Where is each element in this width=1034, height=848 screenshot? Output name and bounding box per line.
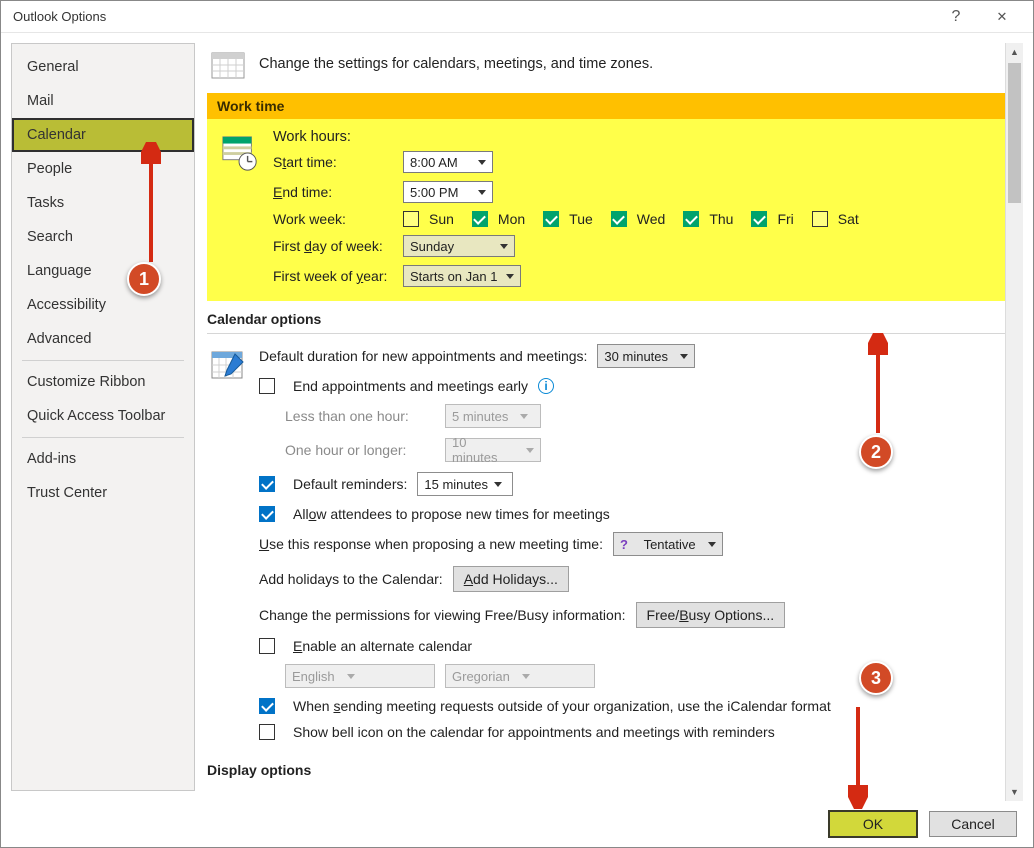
sidebar-item-tasks[interactable]: Tasks [12,186,194,220]
default-reminders-dropdown[interactable]: 15 minutes [417,472,513,496]
day-tue[interactable]: Tue [543,211,593,227]
day-sun[interactable]: Sun [403,211,454,227]
chevron-down-icon [347,674,355,679]
use-response-dropdown[interactable]: ? Tentative [613,532,723,556]
vertical-scrollbar[interactable]: ▲ ▼ [1005,43,1023,801]
calendar-edit-icon [211,348,245,382]
use-response-label: Use this response when proposing a new m… [259,536,603,552]
default-duration-label: Default duration for new appointments an… [259,348,587,364]
ge-hour-label: One hour or longer: [285,442,435,458]
bell-icon-label: Show bell icon on the calendar for appoi… [293,724,775,740]
icalendar-checkbox[interactable] [259,698,275,714]
day-sat[interactable]: Sat [812,211,859,227]
dialog-footer: OK Cancel [1,801,1033,847]
cancel-button[interactable]: Cancel [929,811,1017,837]
work-hours-label: Work hours: [273,129,859,145]
add-holidays-label: Add holidays to the Calendar: [259,571,443,587]
start-time-dropdown[interactable]: 8:00 AM [403,151,493,173]
section-calendar-options-header: Calendar options [207,301,1005,331]
allow-propose-checkbox[interactable] [259,506,275,522]
work-hours-icon [221,135,259,173]
lt-hour-dropdown: 5 minutes [445,404,541,428]
sidebar-item-search[interactable]: Search [12,220,194,254]
first-day-label: First day of week: [273,238,403,254]
freebusy-label: Change the permissions for viewing Free/… [259,607,626,623]
bell-icon-checkbox[interactable] [259,724,275,740]
sidebar-separator [22,360,184,361]
chevron-down-icon [494,482,502,487]
allow-propose-label: Allow attendees to propose new times for… [293,506,610,522]
end-early-checkbox[interactable] [259,378,275,394]
end-time-dropdown[interactable]: 5:00 PM [403,181,493,203]
day-mon[interactable]: Mon [472,211,525,227]
sidebar-item-quick-access-toolbar[interactable]: Quick Access Toolbar [12,399,194,433]
chevron-down-icon [506,274,514,279]
first-week-label: First week of year: [273,268,403,284]
first-week-dropdown[interactable]: Starts on Jan 1 [403,265,521,287]
annotation-badge-2: 2 [859,435,893,469]
help-button[interactable]: ? [933,1,979,33]
work-week-days: Sun Mon Tue Wed Thu Fri Sat [403,211,859,227]
start-time-label: Start time: [273,154,403,170]
chevron-down-icon [526,448,534,453]
lt-hour-label: Less than one hour: [285,408,435,424]
sidebar-item-add-ins[interactable]: Add-ins [12,442,194,476]
add-holidays-button[interactable]: Add Holidays... [453,566,569,592]
sidebar-item-language[interactable]: Language [12,254,194,288]
day-wed[interactable]: Wed [611,211,666,227]
annotation-arrow-2 [868,333,888,441]
chevron-down-icon [478,160,486,165]
section-work-time-header: Work time [207,93,1005,119]
annotation-arrow-3 [848,701,868,809]
work-week-label: Work week: [273,211,403,227]
day-thu[interactable]: Thu [683,211,733,227]
scroll-up-button[interactable]: ▲ [1006,43,1023,61]
close-button[interactable]: ✕ [979,1,1025,33]
enable-alt-calendar-label: Enable an alternate calendar [293,638,472,654]
annotation-arrow-1 [141,142,161,270]
default-duration-dropdown[interactable]: 30 minutes [597,344,695,368]
sidebar-separator [22,437,184,438]
chevron-down-icon [478,190,486,195]
freebusy-options-button[interactable]: Free/Busy Options... [636,602,786,628]
sidebar-item-trust-center[interactable]: Trust Center [12,476,194,510]
annotation-badge-1: 1 [127,262,161,296]
default-reminders-checkbox[interactable] [259,476,275,492]
sidebar-item-people[interactable]: People [12,152,194,186]
outlook-options-window: Outlook Options ? ✕ General Mail Calenda… [0,0,1034,848]
sidebar-item-calendar[interactable]: Calendar [12,118,194,152]
sidebar-item-mail[interactable]: Mail [12,84,194,118]
day-fri[interactable]: Fri [751,211,793,227]
icalendar-label: When sending meeting requests outside of… [293,698,831,714]
chevron-down-icon [520,414,528,419]
scroll-down-button[interactable]: ▼ [1006,783,1023,801]
chevron-down-icon [500,244,508,249]
annotation-badge-3: 3 [859,661,893,695]
sidebar-item-accessibility[interactable]: Accessibility [12,288,194,322]
chevron-down-icon [522,674,530,679]
page-description: Change the settings for calendars, meeti… [259,56,653,72]
sidebar-item-general[interactable]: General [12,50,194,84]
window-title: Outlook Options [9,9,933,24]
end-early-label: End appointments and meetings early [293,378,528,394]
section-display-options-header: Display options [207,752,1005,782]
end-time-label: End time: [273,184,403,200]
scroll-thumb[interactable] [1008,63,1021,203]
ge-hour-dropdown: 10 minutes [445,438,541,462]
category-sidebar: General Mail Calendar People Tasks Searc… [11,43,195,791]
alt-system-dropdown: Gregorian [445,664,595,688]
chevron-down-icon [708,542,716,547]
default-reminders-label: Default reminders: [293,476,407,492]
sidebar-item-advanced[interactable]: Advanced [12,322,194,356]
section-work-time: Work hours: Start time: 8:00 AM End time… [207,119,1005,301]
alt-language-dropdown: English [285,664,435,688]
info-icon[interactable]: i [538,378,554,394]
calendar-icon [211,49,245,79]
enable-alt-calendar-checkbox[interactable] [259,638,275,654]
chevron-down-icon [680,354,688,359]
first-day-dropdown[interactable]: Sunday [403,235,515,257]
sidebar-item-customize-ribbon[interactable]: Customize Ribbon [12,365,194,399]
title-bar: Outlook Options ? ✕ [1,1,1033,33]
ok-button[interactable]: OK [829,811,917,837]
